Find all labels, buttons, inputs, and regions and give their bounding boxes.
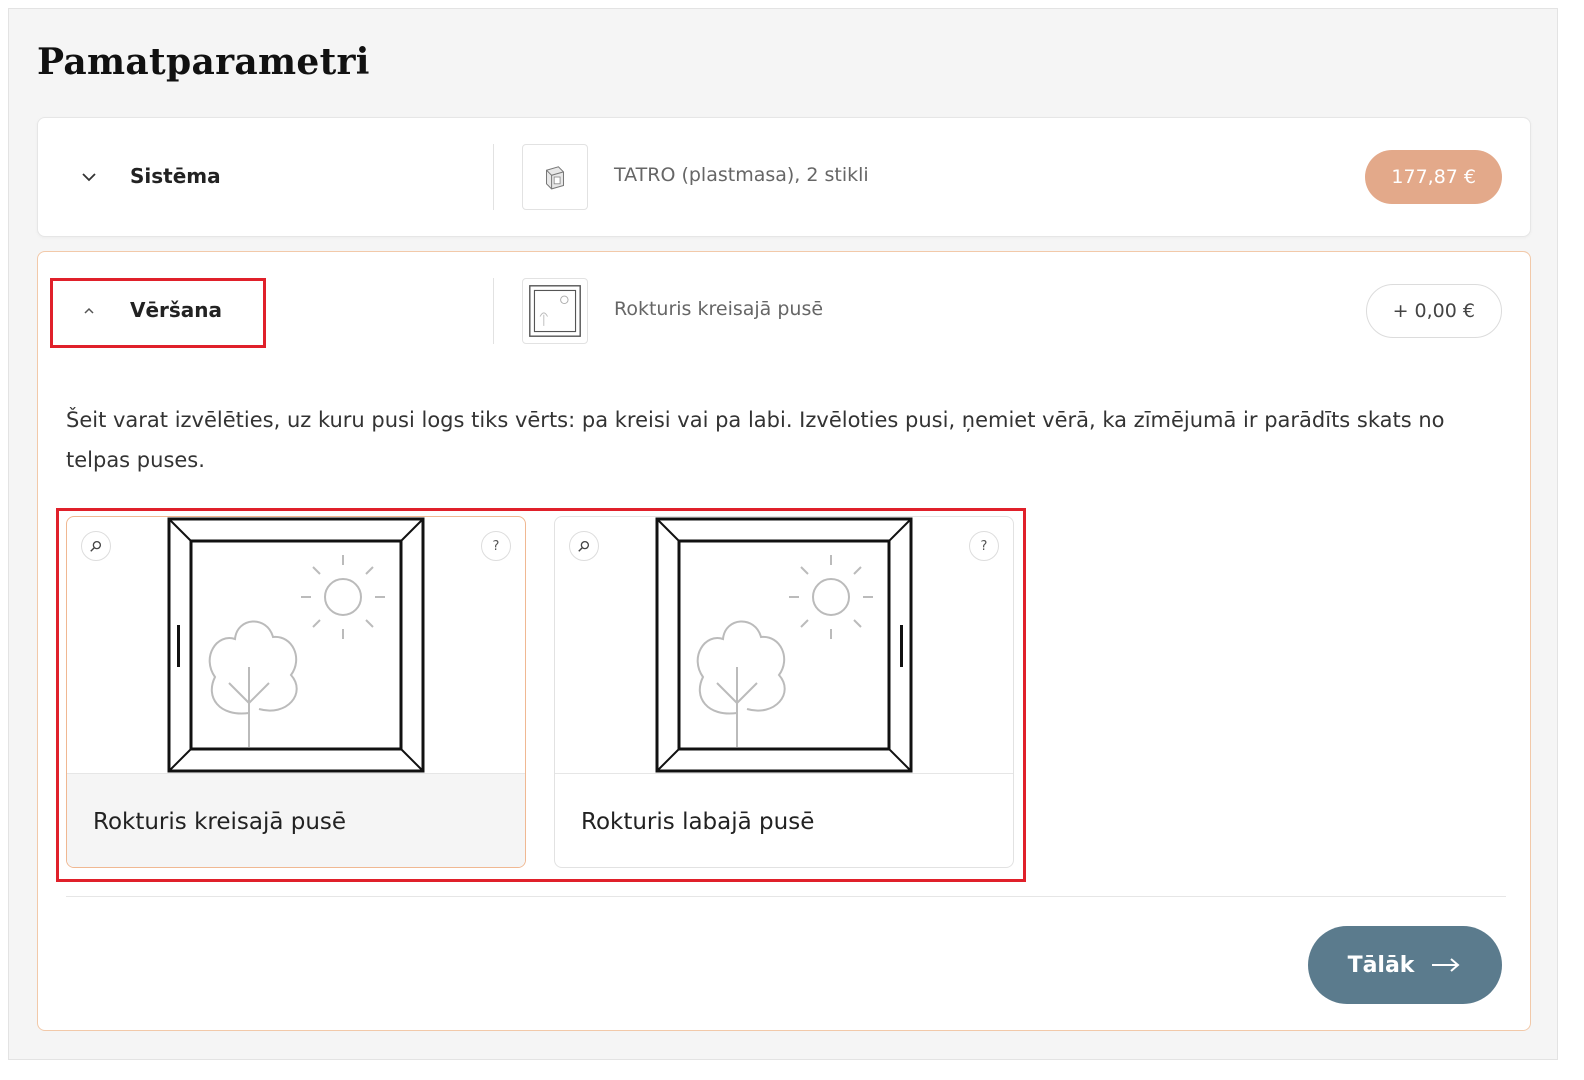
page-title: Pamatparametri (37, 41, 370, 83)
magnifier-icon[interactable] (81, 531, 111, 561)
annotation-highlight-header (50, 278, 266, 348)
opening-description: Šeit varat izvēlēties, uz kuru pusi logs… (66, 408, 1445, 472)
window-thumbnail-icon (522, 278, 588, 344)
next-button-label: Tālāk (1347, 952, 1415, 978)
chevron-down-icon[interactable] (78, 166, 100, 188)
option-image: ? (555, 517, 1013, 773)
configurator-frame: Pamatparametri Sistēma TATRO (plastmasa)… (8, 8, 1558, 1060)
opening-panel: Vēršana Rokturis kreisajā pusē + 0,00 € … (37, 251, 1531, 1031)
divider (66, 896, 1506, 897)
system-price-badge: 177,87 € (1365, 150, 1502, 204)
window-left-handle-icon (167, 517, 425, 773)
option-label: Rokturis labajā pusē (555, 773, 1013, 867)
divider (493, 144, 494, 210)
window-right-handle-icon (655, 517, 913, 773)
divider (493, 278, 494, 344)
opening-value: Rokturis kreisajā pusē (614, 298, 824, 320)
option-image: ? (67, 517, 525, 773)
window-profile-icon (522, 144, 588, 210)
system-panel: Sistēma TATRO (plastmasa), 2 stikli 177,… (37, 117, 1531, 237)
option-label: Rokturis kreisajā pusē (67, 773, 525, 867)
arrow-right-icon (1432, 958, 1460, 972)
system-label: Sistēma (130, 164, 221, 188)
option-card-handle-right[interactable]: ? Rokturis labajā pusē (554, 516, 1014, 868)
next-button[interactable]: Tālāk (1308, 926, 1502, 1004)
option-card-handle-left[interactable]: ? Rokturis kreisajā pusē (66, 516, 526, 868)
opening-price-badge: + 0,00 € (1365, 284, 1502, 338)
magnifier-icon[interactable] (569, 531, 599, 561)
help-icon[interactable]: ? (969, 531, 999, 561)
system-value: TATRO (plastmasa), 2 stikli (614, 164, 869, 186)
opening-header[interactable]: Vēršana Rokturis kreisajā pusē + 0,00 € (38, 252, 1530, 370)
help-icon[interactable]: ? (481, 531, 511, 561)
system-header[interactable]: Sistēma TATRO (plastmasa), 2 stikli 177,… (38, 118, 1530, 236)
